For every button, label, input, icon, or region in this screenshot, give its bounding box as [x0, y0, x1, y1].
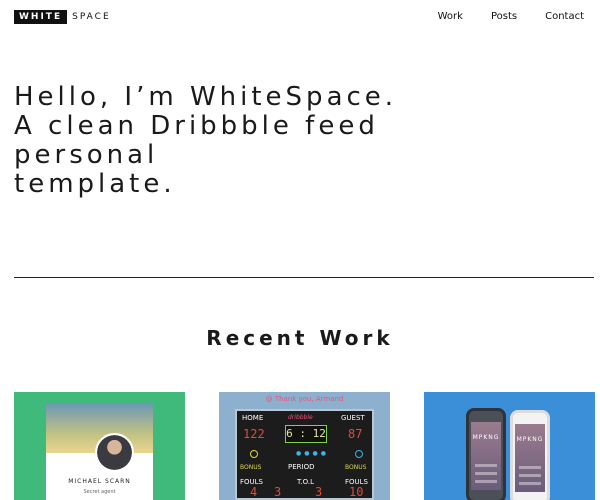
- app-title: MPKNG: [516, 436, 544, 443]
- phone-screen: MPKNG: [471, 422, 501, 490]
- profile-name: MICHAEL SCARN: [68, 478, 131, 485]
- hero-line: personal: [14, 140, 159, 170]
- hero-line: A clean Dribbble feed: [14, 111, 379, 141]
- work-card-scoreboard[interactable]: @ Thank you, Armand HOME dribbble GUEST …: [219, 392, 390, 500]
- profile-role: Secret agent: [83, 489, 116, 495]
- nav-work-link[interactable]: Work: [438, 11, 463, 23]
- guest-score: 87: [348, 427, 363, 441]
- main-nav: Work Posts Contact: [410, 11, 584, 23]
- basketball-icon: [250, 450, 258, 458]
- guest-fouls: 10: [349, 485, 364, 499]
- site-header: WHITE SPACE Work Posts Contact: [0, 0, 600, 36]
- tol-label: T.O.L: [297, 478, 315, 486]
- guest-label: GUEST: [341, 414, 365, 422]
- home-score: 122: [243, 427, 265, 441]
- profile-card-mockup: MICHAEL SCARN Secret agent: [46, 403, 153, 500]
- hero-line: Hello, I’m WhiteSpace.: [14, 82, 398, 112]
- phone-dark-mockup: MPKNG: [466, 408, 506, 500]
- tol-value: 3: [315, 485, 323, 499]
- home-bonus-label: BONUS: [240, 464, 262, 471]
- logo-text: SPACE: [72, 12, 111, 22]
- home-fouls: 4: [250, 485, 258, 499]
- nav-posts-link[interactable]: Posts: [491, 11, 517, 23]
- work-card-profile[interactable]: MICHAEL SCARN Secret agent: [14, 392, 185, 500]
- work-card-app[interactable]: MPKNG MPKNG: [424, 392, 595, 500]
- guest-bonus-label: BONUS: [345, 464, 367, 471]
- thanks-caption: @ Thank you, Armand: [265, 395, 344, 403]
- period-label: PERIOD: [288, 463, 315, 471]
- app-title: MPKNG: [472, 434, 500, 441]
- phone-screen: MPKNG: [515, 424, 545, 492]
- hero-heading: Hello, I’m WhiteSpace. A clean Dribbble …: [14, 83, 454, 199]
- period-dots: ●●●●: [296, 450, 329, 457]
- logo-box: WHITE: [14, 10, 68, 24]
- phone-light-mockup: MPKNG: [510, 410, 550, 500]
- avatar: [95, 433, 134, 472]
- nav-contact-link[interactable]: Contact: [545, 11, 584, 23]
- dribbble-brand: dribbble: [288, 414, 313, 421]
- home-label: HOME: [242, 414, 264, 422]
- hero-line: template.: [14, 169, 176, 199]
- section-divider: [14, 277, 594, 278]
- logo[interactable]: WHITE SPACE: [14, 10, 111, 24]
- dribbble-icon: [355, 450, 363, 458]
- game-clock: 6 : 12: [285, 425, 327, 443]
- recent-work-title: Recent Work: [206, 326, 394, 350]
- period-value: 3: [274, 485, 282, 499]
- scoreboard: HOME dribbble GUEST 122 6 : 12 87 ●●●● B…: [235, 409, 374, 500]
